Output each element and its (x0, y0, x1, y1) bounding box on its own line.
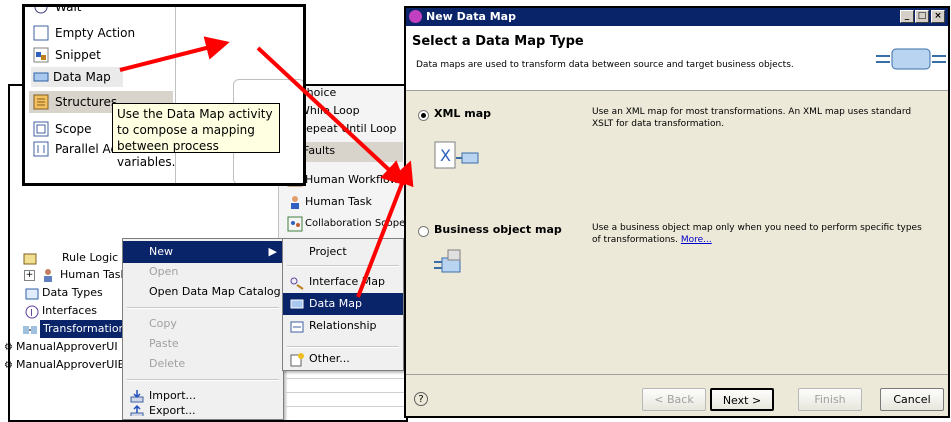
new-submenu-lower: Other... (282, 344, 404, 371)
palette-item-snippet[interactable]: Snippet (55, 45, 101, 65)
menu-item-copy[interactable]: Copy (123, 313, 283, 335)
transformations-icon (22, 322, 38, 338)
palette-item-data-map-label: Data Map (53, 70, 111, 84)
menu-item-new[interactable]: New ▶ (123, 241, 283, 263)
tree-item-data-types[interactable]: Data Types (42, 284, 103, 302)
xml-map-radio[interactable] (418, 110, 429, 121)
more-link[interactable]: More... (681, 235, 712, 245)
new-submenu: Project Interface Map Data Map Relations… (282, 238, 404, 346)
dialog-heading: Select a Data Map Type (412, 34, 584, 49)
palette-item-empty-action[interactable]: Empty Action (55, 23, 135, 43)
svg-text:X: X (440, 146, 451, 165)
data-map-icon (289, 296, 305, 312)
project-icon: ⚙ (4, 360, 13, 371)
expand-toggle-icon[interactable]: + (24, 270, 35, 281)
data-map-tooltip: Use the Data Map activity to compose a m… (112, 103, 280, 169)
business-object-map-icon (434, 248, 468, 283)
palette-human-task[interactable]: Human Task (305, 193, 372, 211)
human-tasks-icon (40, 267, 56, 283)
xml-map-description: Use an XML map for most transformations.… (592, 107, 912, 129)
grid-line (286, 392, 404, 393)
tree-item-manualapproverui[interactable]: ManualApproverUI (16, 338, 118, 356)
tree-item-transformations[interactable]: Transformations (40, 320, 135, 338)
palette-collaboration-scope[interactable]: Collaboration Scope (305, 215, 405, 233)
dialog-header: Select a Data Map Type Data maps are use… (406, 26, 948, 91)
empty-action-icon (33, 25, 49, 41)
menu-separator (127, 379, 279, 381)
submenu-item-data-map[interactable]: Data Map (283, 293, 403, 315)
dialog-description: Data maps are used to transform data bet… (416, 60, 794, 70)
menu-item-delete[interactable]: Delete (123, 353, 283, 375)
next-button[interactable]: Next > (710, 388, 774, 411)
business-object-map-description: Use a business object map only when you … (592, 222, 922, 246)
grid-line (286, 406, 404, 407)
menu-item-export[interactable]: Export... (123, 403, 283, 419)
palette-item-scope[interactable]: Scope (55, 119, 92, 139)
back-button[interactable]: < Back (642, 388, 706, 411)
button-bar-separator (406, 374, 948, 375)
rule-logic-icon (22, 251, 38, 267)
grid-line (286, 378, 404, 379)
maximize-button[interactable]: □ (915, 10, 929, 23)
palette-repeat-until-loop[interactable]: Repeat Until Loop (299, 120, 397, 138)
finish-button[interactable]: Finish (798, 388, 862, 411)
palette-item-wait[interactable]: Wait (55, 7, 82, 17)
submenu-arrow-icon: ▶ (268, 245, 277, 258)
data-map-icon (33, 69, 49, 85)
business-object-map-label[interactable]: Business object map (434, 223, 562, 236)
menu-separator (287, 265, 399, 267)
palette-item-data-map[interactable]: Data Map (31, 67, 123, 87)
business-object-map-radio[interactable] (418, 226, 429, 237)
parallel-activities-icon (33, 141, 49, 157)
app-icon (409, 10, 422, 23)
project-icon: ⚙ (4, 342, 13, 353)
tree-item-manualapproveruie[interactable]: ManualApproverUIE (16, 356, 125, 374)
snippet-icon (33, 47, 49, 63)
structures-icon (33, 94, 49, 110)
xml-map-label[interactable]: XML map (434, 107, 491, 120)
collaboration-scope-icon (287, 216, 303, 232)
scope-icon (33, 121, 49, 137)
submenu-item-relationship[interactable]: Relationship (283, 315, 403, 337)
submenu-item-project[interactable]: Project (283, 241, 403, 263)
submenu-item-interface-map[interactable]: Interface Map (283, 271, 403, 293)
cancel-button[interactable]: Cancel (880, 388, 944, 411)
menu-item-paste[interactable]: Paste (123, 333, 283, 355)
palette-human-workflow[interactable]: Human Workflow (305, 171, 399, 189)
minimize-button[interactable]: _ (900, 10, 914, 23)
wait-icon (33, 7, 49, 15)
palette-drawer-structures-label: Structures (55, 95, 118, 109)
human-task-icon (287, 194, 303, 210)
dialog-titlebar[interactable]: New Data Map _ □ × (406, 8, 948, 26)
close-button[interactable]: × (931, 10, 945, 23)
svg-text:I: I (30, 308, 33, 319)
tree-item-rule-logic[interactable]: Rule Logic (62, 249, 118, 267)
submenu-item-other[interactable]: Other... (283, 348, 403, 370)
menu-item-open[interactable]: Open (123, 261, 283, 283)
data-map-banner-icon (876, 44, 946, 77)
menu-separator (127, 307, 279, 309)
dialog-title: New Data Map (426, 10, 516, 23)
data-types-icon (24, 286, 40, 302)
business-object-map-description-text: Use a business object map only when you … (592, 223, 922, 245)
context-menu: New ▶ Open Open Data Map Catalog Copy Pas… (122, 238, 284, 420)
new-data-map-dialog: New Data Map _ □ × Select a Data Map Typ… (404, 6, 950, 418)
interfaces-icon: I (24, 304, 40, 320)
palette-while-loop[interactable]: While Loop (299, 102, 360, 120)
xml-map-icon: X (434, 140, 480, 175)
help-icon[interactable]: ? (414, 392, 428, 406)
tree-item-interfaces[interactable]: Interfaces (42, 302, 97, 320)
menu-item-open-data-map-catalog[interactable]: Open Data Map Catalog (123, 281, 283, 303)
button-bar: < Back Next > Finish Cancel (642, 388, 944, 412)
palette-faults-label: Faults (303, 144, 336, 157)
